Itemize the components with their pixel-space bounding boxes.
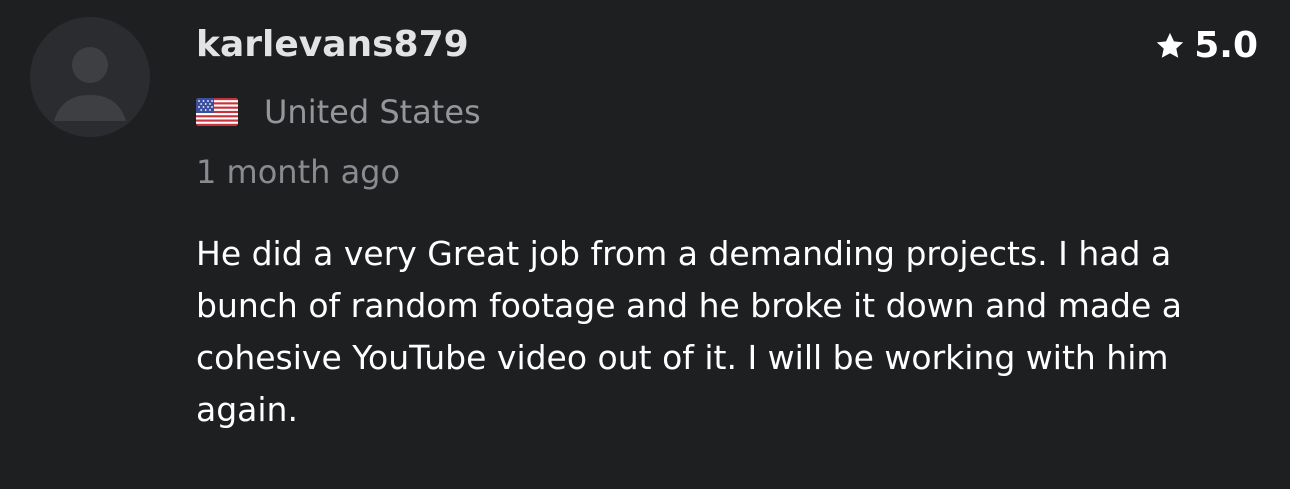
rating-badge: 5.0 — [1154, 24, 1258, 68]
review-card: karlevans879 5.0 United States 1 month a… — [0, 0, 1290, 489]
reviewer-country: United States — [196, 92, 481, 132]
user-placeholder-icon — [30, 17, 150, 137]
us-flag-icon — [196, 98, 238, 126]
review-timestamp: 1 month ago — [196, 153, 401, 191]
rating-value: 5.0 — [1194, 25, 1258, 66]
country-name: United States — [264, 93, 481, 131]
reviewer-username[interactable]: karlevans879 — [196, 22, 469, 68]
star-icon — [1157, 32, 1184, 58]
review-text: He did a very Great job from a demanding… — [196, 234, 1183, 429]
avatar[interactable] — [30, 17, 150, 137]
